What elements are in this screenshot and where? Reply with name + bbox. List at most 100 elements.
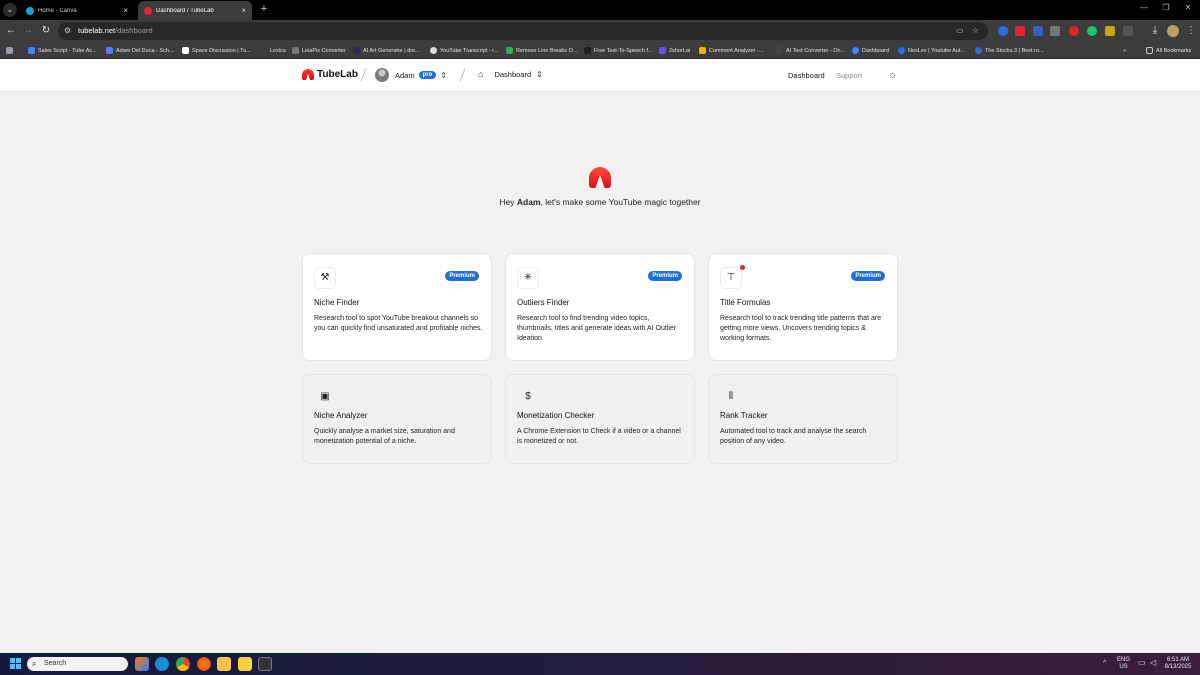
language-indicator[interactable]: ENG US bbox=[1117, 657, 1130, 671]
forward-icon[interactable]: → bbox=[21, 24, 35, 38]
bookmark-favicon-icon bbox=[776, 47, 783, 54]
card-title: Monetization Checker bbox=[517, 411, 595, 420]
download-icon[interactable]: ⤓ bbox=[1148, 24, 1162, 38]
chevron-up-icon[interactable]: ^ bbox=[1103, 660, 1106, 667]
card-title: Niche Finder bbox=[314, 298, 360, 307]
bookmark-item[interactable]: Lexica bbox=[260, 45, 286, 56]
tab-title: Dashboard / TubeLab bbox=[156, 7, 214, 14]
bookmark-item[interactable]: Free Text-To-Speech f... bbox=[584, 45, 653, 56]
card-title: Outliers Finder bbox=[517, 298, 570, 307]
tool-card-niche-finder[interactable]: ⚒ Premium Niche Finder Research tool to … bbox=[302, 253, 492, 361]
breadcrumb[interactable]: ⌂ Dashboard ⇕ bbox=[478, 69, 543, 79]
bookmark-item[interactable]: LeiaPix Converter bbox=[292, 45, 346, 56]
network-icon[interactable]: ▭ bbox=[1138, 659, 1146, 667]
firefox-icon[interactable] bbox=[197, 657, 211, 671]
breadcrumb-current: Dashboard bbox=[494, 69, 532, 79]
screen-recorder-icon[interactable] bbox=[258, 657, 272, 671]
profile-avatar[interactable] bbox=[1167, 25, 1179, 37]
apps-grid-icon[interactable] bbox=[6, 45, 16, 56]
address-bar[interactable]: ⚙ tubelab.net/dashboard ▭ ☆ bbox=[58, 22, 988, 40]
bookmark-item[interactable]: YouTube Transcript - r... bbox=[430, 45, 498, 56]
windows-start-icon[interactable] bbox=[10, 658, 21, 669]
bookmark-item[interactable]: Sales Script - Tube Ac... bbox=[28, 45, 97, 56]
bookmark-star-icon[interactable]: ☆ bbox=[972, 26, 979, 35]
browser-tab-strip: ⌄ Home - Canva × Dashboard / TubeLab × +… bbox=[0, 0, 1200, 20]
bookmark-favicon-icon bbox=[292, 47, 299, 54]
clock[interactable]: 6:51 AM 8/13/2025 bbox=[1163, 657, 1193, 671]
more-bookmarks-icon[interactable]: » bbox=[1123, 45, 1126, 56]
edge-icon[interactable] bbox=[155, 657, 169, 671]
bookmark-favicon-icon bbox=[28, 47, 35, 54]
bookmark-favicon-icon bbox=[975, 47, 982, 54]
puzzle-extensions-icon[interactable] bbox=[1123, 26, 1133, 36]
bookmark-item[interactable]: Remove Line Breaks O... bbox=[506, 45, 577, 56]
nav-dashboard[interactable]: Dashboard bbox=[788, 71, 825, 80]
volume-icon[interactable]: ◁ bbox=[1150, 659, 1156, 667]
home-icon[interactable]: ⌂ bbox=[478, 69, 483, 79]
reload-icon[interactable]: ↻ bbox=[39, 24, 53, 38]
minimize-icon[interactable]: — bbox=[1137, 3, 1151, 12]
close-icon[interactable]: × bbox=[241, 6, 246, 15]
tab-dashboard-tubelab[interactable]: Dashboard / TubeLab × bbox=[138, 1, 252, 20]
premium-badge: Premium bbox=[851, 271, 885, 281]
new-tab-button[interactable]: + bbox=[257, 3, 271, 17]
bookmark-item[interactable]: AI Art Generator | dre... bbox=[353, 45, 420, 56]
tubelab-logo[interactable]: TubeLab bbox=[302, 69, 358, 80]
extension-icon[interactable] bbox=[1105, 26, 1115, 36]
card-title: Rank Tracker bbox=[720, 411, 768, 420]
tab-home-canva[interactable]: Home - Canva × bbox=[20, 1, 134, 20]
taskbar-search-input[interactable]: ⌕ Search bbox=[27, 657, 128, 671]
extension-icon[interactable] bbox=[1050, 26, 1060, 36]
restore-icon[interactable]: ❐ bbox=[1159, 3, 1173, 12]
bookmark-item[interactable]: 2short.ai bbox=[659, 45, 690, 56]
bookmark-item[interactable]: AI Text Converter - On... bbox=[776, 45, 845, 56]
tool-card-title-formulas[interactable]: ⊤ Premium Title Formulas Research tool t… bbox=[708, 253, 898, 361]
account-switcher[interactable]: Adam pro ⇕ bbox=[375, 68, 447, 82]
card-description: Automated tool to track and analyse the … bbox=[720, 428, 867, 445]
bookmark-favicon-icon bbox=[106, 47, 113, 54]
bookmark-favicon-icon bbox=[584, 47, 591, 54]
bookmark-item[interactable]: Adam Del Duca - Sch... bbox=[106, 45, 173, 56]
analyzer-icon: ▣ bbox=[320, 391, 330, 402]
bookmark-favicon-icon bbox=[182, 47, 189, 54]
close-window-icon[interactable]: ✕ bbox=[1181, 3, 1195, 12]
install-app-icon[interactable]: ▭ bbox=[956, 26, 964, 35]
chrome-icon[interactable] bbox=[176, 657, 190, 671]
bookmark-favicon-icon bbox=[898, 47, 905, 54]
browser-toolbar: ← → ↻ ⚙ tubelab.net/dashboard ▭ ☆ ⤓ ⋮ bbox=[0, 20, 1200, 42]
file-explorer-icon[interactable] bbox=[217, 657, 231, 671]
tubelab-favicon-icon bbox=[144, 6, 152, 15]
all-bookmarks-folder[interactable]: All Bookmarks bbox=[1146, 45, 1191, 56]
sun-icon[interactable]: ☼ bbox=[887, 70, 898, 81]
tool-card-monetization-checker[interactable]: $ Monetization Checker A Chrome Extensio… bbox=[505, 374, 695, 464]
dollar-icon: $ bbox=[525, 391, 531, 402]
close-icon[interactable]: × bbox=[123, 6, 128, 15]
notification-dot bbox=[740, 265, 745, 270]
site-info-icon[interactable]: ⚙ bbox=[64, 26, 74, 36]
tab-search-icon[interactable]: ⌄ bbox=[3, 3, 17, 17]
sticky-notes-icon[interactable] bbox=[238, 657, 252, 671]
back-icon[interactable]: ← bbox=[4, 24, 18, 38]
bookmark-item[interactable]: Space Discussion | Tu... bbox=[182, 45, 251, 56]
folder-icon bbox=[1146, 47, 1153, 54]
bookmark-item[interactable]: NexLev | Youtube Aut... bbox=[898, 45, 965, 56]
nav-support[interactable]: Support bbox=[836, 71, 862, 80]
tool-card-niche-analyzer[interactable]: ▣ Niche Analyzer Quickly analyse a marke… bbox=[302, 374, 492, 464]
tool-card-rank-tracker[interactable]: ⦀ Rank Tracker Automated tool to track a… bbox=[708, 374, 898, 464]
kebab-menu-icon[interactable]: ⋮ bbox=[1184, 24, 1198, 38]
extension-icon[interactable] bbox=[1033, 26, 1043, 36]
bookmark-item[interactable]: Dashboard bbox=[852, 45, 889, 56]
extension-icon[interactable] bbox=[1069, 26, 1079, 36]
tubelab-hero-logo-icon bbox=[589, 167, 611, 188]
greeting: Hey Adam, let's make some YouTube magic … bbox=[499, 197, 701, 207]
bookmark-item[interactable]: Comment Analyzer -... bbox=[699, 45, 763, 56]
breadcrumb-separator bbox=[459, 68, 466, 82]
bookmark-item[interactable]: The Stocks 3 | Best ro... bbox=[975, 45, 1044, 56]
extension-icon[interactable] bbox=[998, 26, 1008, 36]
bookmark-favicon-icon bbox=[353, 47, 360, 54]
extension-icon[interactable] bbox=[1015, 26, 1025, 36]
extension-icon[interactable] bbox=[1087, 26, 1097, 36]
magic-wand-icon: ⚒ bbox=[314, 267, 336, 289]
tool-card-outliers-finder[interactable]: ✳ Premium Outliers Finder Research tool … bbox=[505, 253, 695, 361]
copilot-icon[interactable] bbox=[135, 657, 149, 671]
